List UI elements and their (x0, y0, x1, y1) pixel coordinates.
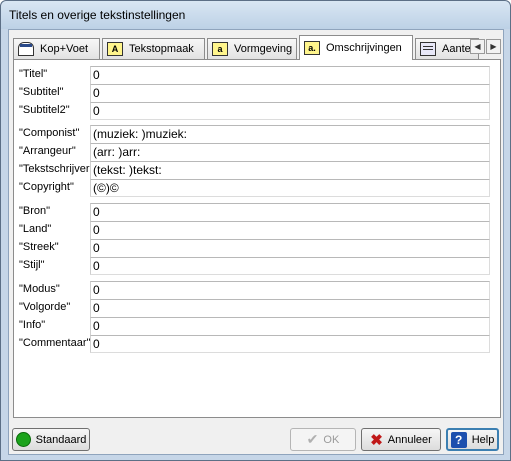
tab-panel-omschrijvingen: "Titel" 0 "Subtitel" 0 "Subtitel2" 0 "Co… (13, 59, 501, 418)
bron-field[interactable]: 0 (90, 203, 490, 221)
row-streek: "Streek" 0 (14, 239, 500, 257)
tab-omschrijvingen[interactable]: a. Omschrijvingen (299, 35, 413, 60)
text-format-icon: A (107, 42, 123, 56)
row-subtitel: "Subtitel" 0 (14, 84, 500, 102)
button-label: Standaard (35, 433, 87, 446)
tab-kop-voet[interactable]: Kop+Voet (13, 38, 100, 59)
tab-scroll-arrows: ◀ ▶ (470, 39, 501, 54)
dialog-client: Kop+Voet A Tekstopmaak a Vormgeving a. O… (8, 29, 504, 455)
field-label: "Land" (19, 223, 52, 235)
modus-field[interactable]: 0 (90, 281, 490, 299)
dialog-footer: Standaard ✔ OK ✖ Annuleer ? Help (9, 418, 503, 455)
row-arrangeur: "Arrangeur" (arr: )arr: (14, 143, 500, 161)
field-label: "Subtitel" (19, 86, 64, 98)
field-label: "Componist" (19, 127, 80, 139)
row-copyright: "Copyright" (©)© (14, 179, 500, 197)
titel-field[interactable]: 0 (90, 66, 490, 84)
layout-icon: a (212, 42, 228, 56)
field-label: "Modus" (19, 283, 60, 295)
row-subtitel2: "Subtitel2" 0 (14, 102, 500, 120)
tab-vormgeving[interactable]: a Vormgeving (207, 38, 297, 59)
row-commentaar: "Commentaar" 0 (14, 335, 500, 353)
green-circle-icon (15, 432, 31, 447)
checkmark-icon: ✔ (306, 431, 319, 447)
tab-scroll-right-icon[interactable]: ▶ (486, 39, 501, 54)
ok-button[interactable]: ✔ OK (290, 428, 356, 451)
row-modus: "Modus" 0 (14, 281, 500, 299)
tab-label: Kop+Voet (40, 43, 89, 55)
question-mark-icon: ? (450, 431, 467, 448)
row-info: "Info" 0 (14, 317, 500, 335)
stijl-field[interactable]: 0 (90, 257, 490, 275)
help-button[interactable]: ? Help (446, 428, 499, 451)
commentaar-field[interactable]: 0 (90, 335, 490, 353)
subtitel2-field[interactable]: 0 (90, 102, 490, 120)
button-label: Annuleer (387, 433, 432, 446)
field-label: "Stijl" (19, 259, 45, 271)
land-field[interactable]: 0 (90, 221, 490, 239)
description-icon: a. (304, 41, 320, 55)
arrangeur-field[interactable]: (arr: )arr: (90, 143, 490, 161)
field-label: "Subtitel2" (19, 104, 70, 116)
field-label: "Info" (19, 319, 46, 331)
field-label: "Titel" (19, 68, 48, 80)
row-stijl: "Stijl" 0 (14, 257, 500, 275)
streek-field[interactable]: 0 (90, 239, 490, 257)
field-label: "Copyright" (19, 181, 74, 193)
field-label: "Streek" (19, 241, 59, 253)
dialog-window: Titels en overige tekstinstellingen Kop+… (0, 0, 511, 461)
copyright-field[interactable]: (©)© (90, 179, 490, 197)
window-title: Titels en overige tekstinstellingen (9, 8, 186, 22)
row-land: "Land" 0 (14, 221, 500, 239)
info-field[interactable]: 0 (90, 317, 490, 335)
title-bar[interactable]: Titels en overige tekstinstellingen (1, 1, 510, 29)
componist-field[interactable]: (muziek: )muziek: (90, 125, 490, 143)
tab-strip: Kop+Voet A Tekstopmaak a Vormgeving a. O… (13, 35, 501, 60)
field-label: "Commentaar" (19, 337, 91, 349)
page-header-icon (18, 42, 34, 56)
field-label: "Bron" (19, 205, 51, 217)
row-volgorde: "Volgorde" 0 (14, 299, 500, 317)
tab-label: Tekstopmaak (129, 43, 194, 55)
tekstschrijver-field[interactable]: (tekst: )tekst: (90, 161, 490, 179)
notes-icon (420, 42, 436, 56)
tab-label: Vormgeving (234, 43, 293, 55)
row-titel: "Titel" 0 (14, 66, 500, 84)
row-bron: "Bron" 0 (14, 203, 500, 221)
subtitel-field[interactable]: 0 (90, 84, 490, 102)
tab-tekstopmaak[interactable]: A Tekstopmaak (102, 38, 205, 59)
annuleer-button[interactable]: ✖ Annuleer (361, 428, 441, 451)
button-label: Help (471, 433, 495, 446)
tab-scroll-left-icon[interactable]: ◀ (470, 39, 485, 54)
row-tekstschrijver: "Tekstschrijver" (tekst: )tekst: (14, 161, 500, 179)
field-label: "Volgorde" (19, 301, 71, 313)
row-componist: "Componist" (muziek: )muziek: (14, 125, 500, 143)
field-label: "Arrangeur" (19, 145, 76, 157)
standaard-button[interactable]: Standaard (12, 428, 90, 451)
field-label: "Tekstschrijver" (19, 163, 94, 175)
button-label: OK (323, 433, 340, 446)
volgorde-field[interactable]: 0 (90, 299, 490, 317)
cancel-x-icon: ✖ (370, 431, 383, 449)
tab-label: Omschrijvingen (326, 42, 402, 54)
